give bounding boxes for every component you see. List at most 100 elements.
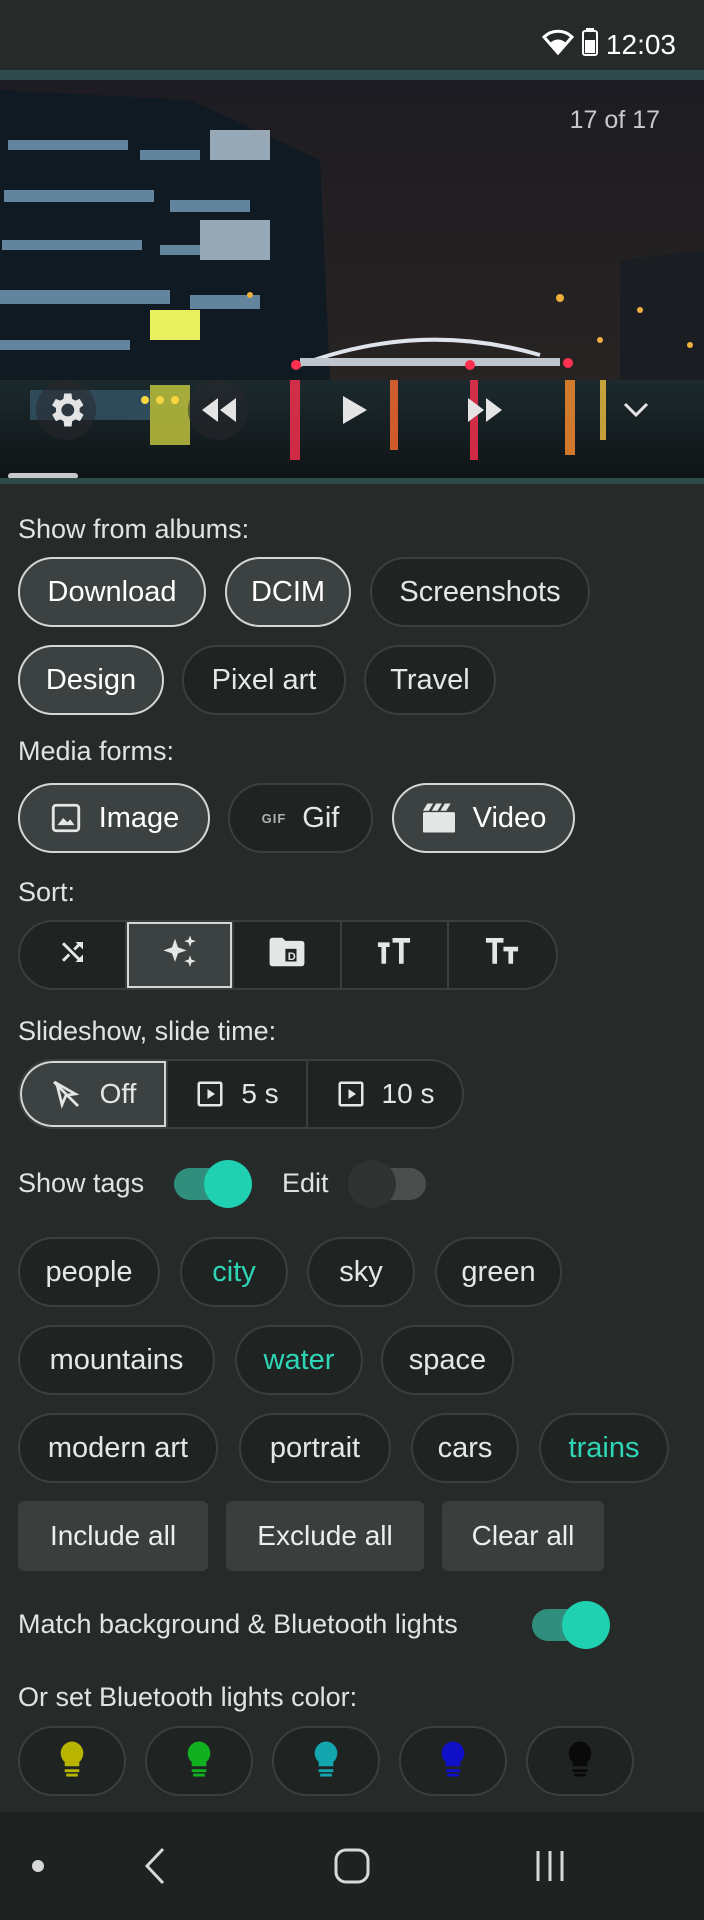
lightbulb-icon (184, 1740, 214, 1783)
tag-chip-portrait[interactable]: portrait (239, 1413, 391, 1483)
album-chip-screenshots[interactable]: Screenshots (370, 557, 590, 627)
match-lights-toggle[interactable] (532, 1601, 610, 1649)
sort-folder-button[interactable]: D (234, 922, 342, 988)
tag-label: space (408, 1343, 487, 1376)
status-time: 12:03 (605, 28, 676, 60)
toggle-knob (348, 1160, 396, 1208)
album-chip-design[interactable]: Design (18, 645, 164, 715)
divider (0, 478, 704, 484)
bulb-color-cyan-button[interactable] (272, 1726, 380, 1796)
text-size-large-icon (375, 937, 413, 974)
text-size-small-icon (483, 937, 521, 974)
toggle-knob (562, 1601, 610, 1649)
tag-chip-cars[interactable]: cars (411, 1413, 519, 1483)
system-nav-bar (0, 1812, 704, 1920)
tag-chip-water[interactable]: water (235, 1325, 363, 1395)
media-forms-label: Media forms: (18, 736, 175, 766)
wifi-icon (541, 29, 574, 60)
tag-chip-modern-art[interactable]: modern art (18, 1413, 218, 1483)
lightbulb-icon (565, 1740, 595, 1783)
recents-icon[interactable] (520, 1812, 580, 1920)
sort-name-large-button[interactable] (342, 922, 449, 988)
chip-label: Image (98, 801, 180, 834)
battery-icon (581, 28, 598, 61)
edit-tags-toggle[interactable] (348, 1160, 426, 1208)
media-chip-video[interactable]: Video (392, 783, 575, 853)
chip-label: DCIM (250, 575, 326, 608)
lightbulb-icon (438, 1740, 468, 1783)
tag-chip-city[interactable]: city (180, 1237, 288, 1307)
bulb-color-green-button[interactable] (145, 1726, 253, 1796)
lights-color-label: Or set Bluetooth lights color: (18, 1682, 358, 1712)
sort-smart-button[interactable] (127, 922, 235, 988)
media-chip-image[interactable]: Image (18, 783, 210, 853)
edit-label: Edit (282, 1168, 329, 1198)
tag-chip-space[interactable]: space (381, 1325, 514, 1395)
dot-icon[interactable] (18, 1812, 58, 1920)
slideshow-segmented-control[interactable]: Off 5 s 10 s (18, 1059, 464, 1129)
bulb-color-blue-button[interactable] (399, 1726, 507, 1796)
include-all-button[interactable]: Include all (18, 1501, 208, 1571)
tag-chip-trains[interactable]: trains (539, 1413, 669, 1483)
tag-chip-people[interactable]: people (18, 1237, 160, 1307)
back-icon[interactable] (130, 1812, 180, 1920)
option-label: 5 s (241, 1078, 279, 1109)
match-lights-label: Match background & Bluetooth lights (18, 1609, 458, 1639)
chip-label: Download (47, 575, 177, 608)
tag-label: green (461, 1255, 536, 1288)
gif-icon: GIF (261, 810, 287, 826)
tag-label: trains (568, 1431, 640, 1464)
clear-all-button[interactable]: Clear all (442, 1501, 604, 1571)
option-label: Off (99, 1078, 137, 1109)
tag-chip-green[interactable]: green (435, 1237, 562, 1307)
home-icon[interactable] (326, 1812, 378, 1920)
tag-chip-sky[interactable]: sky (307, 1237, 415, 1307)
album-chip-travel[interactable]: Travel (364, 645, 496, 715)
album-chip-pixel-art[interactable]: Pixel art (182, 645, 346, 715)
sort-name-small-button[interactable] (449, 922, 556, 988)
tag-label: modern art (47, 1431, 189, 1464)
slideshow-off-button[interactable]: Off (20, 1061, 168, 1127)
pointer-off-icon (50, 1078, 82, 1110)
media-chip-gif[interactable]: GIF Gif (228, 783, 373, 853)
gear-icon[interactable] (36, 380, 96, 440)
chip-label: Pixel art (211, 663, 317, 696)
slideshow-play-icon (195, 1079, 225, 1109)
bulb-color-black-button[interactable] (526, 1726, 634, 1796)
chip-label: Gif (302, 801, 340, 834)
image-icon (49, 801, 83, 835)
tag-label: city (212, 1255, 256, 1288)
albums-label: Show from albums: (18, 514, 250, 544)
shuffle-icon (56, 937, 90, 974)
sparkle-icon (160, 932, 200, 979)
rewind-icon[interactable] (188, 380, 248, 440)
play-icon[interactable] (325, 380, 385, 440)
option-label: 10 s (381, 1078, 435, 1109)
chip-label: Travel (390, 663, 470, 696)
chip-label: Design (45, 663, 137, 696)
album-chip-dcim[interactable]: DCIM (225, 557, 351, 627)
bulb-color-yellow-button[interactable] (18, 1726, 126, 1796)
exclude-all-button[interactable]: Exclude all (226, 1501, 424, 1571)
chip-label: Video (472, 801, 547, 834)
tag-label: people (45, 1255, 133, 1288)
show-tags-toggle[interactable] (174, 1160, 252, 1208)
tag-label: sky (339, 1255, 383, 1288)
photo-viewer[interactable]: 17 of 17 (0, 80, 704, 478)
sort-shuffle-button[interactable] (20, 922, 128, 988)
slideshow-5s-button[interactable]: 5 s (168, 1061, 308, 1127)
fast-forward-icon[interactable] (456, 380, 516, 440)
chevron-down-icon[interactable] (606, 380, 666, 440)
slideshow-10s-button[interactable]: 10 s (308, 1061, 462, 1127)
sort-label: Sort: (18, 877, 76, 907)
tag-label: cars (437, 1431, 493, 1464)
lightbulb-icon (311, 1740, 341, 1783)
tag-label: portrait (269, 1431, 361, 1464)
chip-label: Screenshots (399, 575, 561, 608)
sort-segmented-control[interactable]: D (18, 920, 558, 990)
tag-chip-mountains[interactable]: mountains (18, 1325, 215, 1395)
status-bar: 12:03 (0, 0, 704, 68)
album-chip-download[interactable]: Download (18, 557, 206, 627)
image-counter: 17 of 17 (569, 106, 660, 134)
tag-label: water (263, 1343, 335, 1376)
